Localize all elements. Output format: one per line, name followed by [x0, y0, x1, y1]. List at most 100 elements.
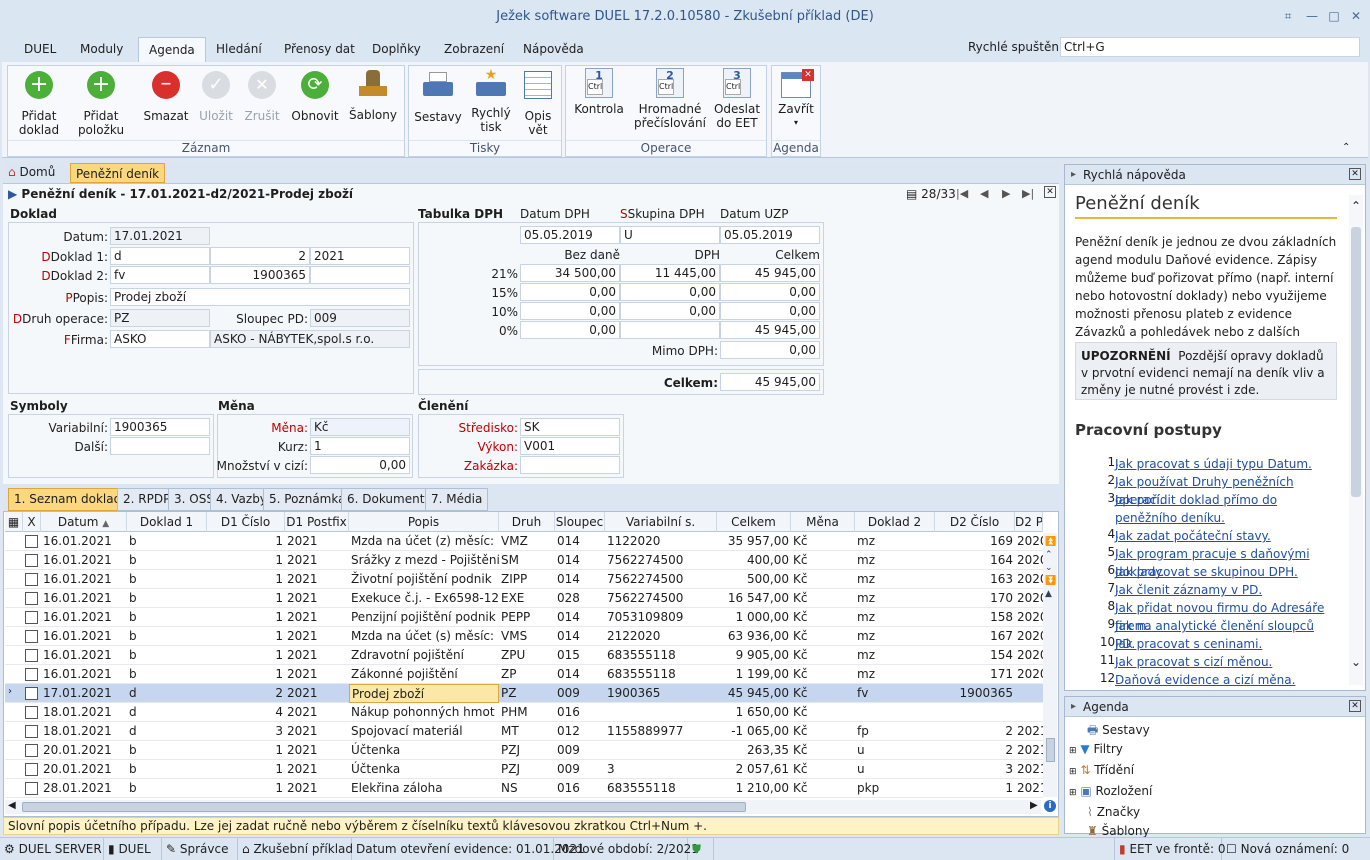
- refresh-button[interactable]: ⟳ Obnovit: [290, 68, 340, 123]
- skupina-dph-field[interactable]: U: [620, 226, 720, 244]
- check-button[interactable]: 1 Ctrl Kontrola: [572, 68, 626, 116]
- dph-bez-field[interactable]: 0,00: [520, 283, 620, 301]
- scroll-left-icon[interactable]: ◀: [8, 800, 16, 811]
- mnozstvi-field[interactable]: 0,00: [310, 456, 410, 474]
- close-window-button[interactable]: ✕: [1346, 6, 1366, 26]
- dph-dph-field[interactable]: 0,00: [620, 302, 720, 320]
- col-doklad2[interactable]: Doklad 2: [855, 512, 935, 532]
- restore-icon[interactable]: ⌗: [1278, 6, 1298, 26]
- help-scroll-thumb[interactable]: [1351, 227, 1361, 497]
- mimo-dph-field[interactable]: 0,00: [720, 341, 820, 359]
- doklad2-number-field[interactable]: 1900365: [210, 266, 310, 284]
- delete-button[interactable]: – Smazat: [142, 68, 190, 123]
- table-row[interactable]: › 17.01.2021 d 2 2021 Prodej zboží PZ 009 190036…: [5, 684, 1043, 703]
- tab-zobrazeni[interactable]: Zobrazení: [434, 37, 514, 62]
- tab-doplnky[interactable]: Doplňky: [362, 37, 431, 62]
- table-row[interactable]: 16.01.2021 b 1 2021 Zdravotní pojištění ZPU 01…: [5, 646, 1043, 665]
- dph-celkem-field[interactable]: 45 945,00: [720, 321, 820, 339]
- row-checkbox[interactable]: [25, 630, 38, 643]
- row-checkbox[interactable]: [25, 611, 38, 624]
- table-row[interactable]: 18.01.2021 d 4 2021 Nákup pohonných hmot PHM 0…: [5, 703, 1043, 722]
- tab-duel[interactable]: DUEL: [14, 37, 66, 62]
- close-record-button[interactable]: ✕: [1044, 186, 1056, 198]
- dalsi-field[interactable]: [110, 437, 210, 455]
- next-record-button[interactable]: ▶: [1002, 187, 1010, 200]
- expand-icon[interactable]: ⊞: [1069, 788, 1077, 798]
- table-row[interactable]: 16.01.2021 b 1 2021 Mzda na účet (z) měsíc: …: [5, 532, 1043, 551]
- datum-field[interactable]: 17.01.2021: [110, 227, 210, 245]
- col-datum[interactable]: Datum ▲: [41, 512, 127, 532]
- row-checkbox[interactable]: [25, 725, 38, 738]
- celkem-field[interactable]: 45 945,00: [720, 373, 820, 391]
- help-link[interactable]: Jak zadat počáteční stavy.: [1115, 527, 1325, 545]
- add-item-button[interactable]: + Přidat položku: [76, 68, 126, 137]
- last-record-button[interactable]: ▶|: [1022, 187, 1034, 200]
- datum-dph-field[interactable]: 05.05.2019: [520, 226, 620, 244]
- scroll-right-icon[interactable]: ▶: [1030, 800, 1038, 811]
- doklad2-type-field[interactable]: fv: [110, 266, 210, 284]
- templates-button[interactable]: Šablony: [348, 68, 398, 122]
- minimize-button[interactable]: —: [1302, 6, 1322, 26]
- row-checkbox[interactable]: [25, 573, 38, 586]
- help-scroll-down-icon[interactable]: ⌄: [1351, 655, 1361, 669]
- table-row[interactable]: 16.01.2021 b 1 2021 Srážky z mezd - Pojištěn…: [5, 551, 1043, 570]
- table-row[interactable]: 16.01.2021 b 1 2021 Životní pojištění podnik…: [5, 570, 1043, 589]
- send-eet-button[interactable]: 3 Ctrl Odeslat do EET: [712, 68, 762, 130]
- table-row[interactable]: 18.01.2021 d 3 2021 Spojovací materiál MT 012 1…: [5, 722, 1043, 741]
- tab-media[interactable]: 7. Média: [425, 488, 489, 511]
- help-link[interactable]: Jak pořídit doklad přímo do peněžního de…: [1115, 491, 1325, 527]
- tab-poznamka[interactable]: 5. Poznámka: [263, 488, 352, 511]
- breadcrumb-current[interactable]: Peněžní deník: [70, 163, 166, 183]
- col-d2-cislo[interactable]: D2 Číslo: [935, 512, 1015, 532]
- row-checkbox[interactable]: [25, 668, 38, 681]
- zakazka-field[interactable]: [520, 456, 620, 474]
- col-d1-cislo[interactable]: D1 Číslo: [207, 512, 285, 532]
- mena-field[interactable]: Kč: [310, 418, 410, 436]
- status-notifications[interactable]: ☐ Nová oznámení: 0: [1222, 838, 1370, 860]
- row-checkbox[interactable]: [25, 687, 38, 700]
- druh-operace-field[interactable]: PZ: [110, 309, 210, 327]
- close-help-button[interactable]: ✕: [1349, 168, 1361, 180]
- col-d1-postfix[interactable]: D1 Postfix: [285, 512, 349, 532]
- col-d2-postfix[interactable]: D2 P: [1015, 512, 1043, 532]
- close-agenda-button[interactable]: ✕ Zavřít ▾: [776, 68, 816, 130]
- collapse-ribbon-icon[interactable]: ⌃: [1342, 142, 1350, 153]
- col-x[interactable]: X: [23, 512, 41, 532]
- firma-code-field[interactable]: ASKO: [110, 330, 210, 348]
- grid-vscroll-thumb[interactable]: [1046, 738, 1055, 762]
- prev-record-button[interactable]: ◀: [980, 187, 988, 200]
- copy-records-button[interactable]: Opis vět: [520, 68, 556, 137]
- table-row[interactable]: 16.01.2021 b 1 2021 Zákonné pojištění ZP 014 68…: [5, 665, 1043, 684]
- kurz-field[interactable]: 1: [310, 437, 410, 455]
- dph-bez-field[interactable]: 34 500,00: [520, 264, 620, 282]
- info-icon[interactable]: i: [1044, 800, 1056, 812]
- row-checkbox[interactable]: [25, 535, 38, 548]
- dph-celkem-field[interactable]: 0,00: [720, 302, 820, 320]
- tab-dokumenty[interactable]: 6. Dokumenty: [341, 488, 438, 511]
- quick-print-button[interactable]: ★ Rychlý tisk: [466, 68, 516, 134]
- expand-icon[interactable]: ⊞: [1069, 767, 1077, 777]
- table-row[interactable]: 28.01.2021 b 1 2021 Elekřina záloha NS 016 6835…: [5, 779, 1043, 798]
- row-checkbox[interactable]: [25, 706, 38, 719]
- cancel-button[interactable]: ✕ Zrušit: [240, 68, 284, 123]
- help-link[interactable]: Jak pracovat s cizí měnou.: [1115, 653, 1325, 671]
- table-row[interactable]: 20.01.2021 b 1 2021 Účtenka PZJ 009 3 2 057,61 Kč…: [5, 760, 1043, 779]
- table-row[interactable]: 16.01.2021 b 1 2021 Mzda na účet (s) měsíc: …: [5, 627, 1043, 646]
- row-checkbox[interactable]: [25, 592, 38, 605]
- help-link[interactable]: Jak členit záznamy v PD.: [1115, 581, 1325, 599]
- col-mena[interactable]: Měna: [791, 512, 855, 532]
- tab-seznam-dokladu[interactable]: 1. Seznam dokladů: [8, 488, 135, 511]
- col-druh[interactable]: Druh: [499, 512, 555, 532]
- help-scroll-up-icon[interactable]: ⌃: [1351, 199, 1361, 213]
- agenda-item-sestavy[interactable]: 🖶 Sestavy: [1069, 721, 1152, 740]
- datum-uzp-field[interactable]: 05.05.2019: [720, 226, 820, 244]
- dph-dph-field[interactable]: 0,00: [620, 283, 720, 301]
- doklad2-postfix-field[interactable]: [310, 266, 410, 284]
- help-link[interactable]: Jak pracovat se skupinou DPH.: [1115, 563, 1325, 581]
- doklad1-postfix-field[interactable]: 2021: [310, 247, 410, 265]
- dph-bez-field[interactable]: 0,00: [520, 302, 620, 320]
- vykon-field[interactable]: V001: [520, 437, 620, 455]
- agenda-item-filtry[interactable]: ⊞ ▼ Filtry: [1069, 740, 1152, 761]
- tab-prenosy-dat[interactable]: Přenosy dat: [274, 37, 365, 62]
- expand-icon[interactable]: ⊞: [1069, 746, 1077, 756]
